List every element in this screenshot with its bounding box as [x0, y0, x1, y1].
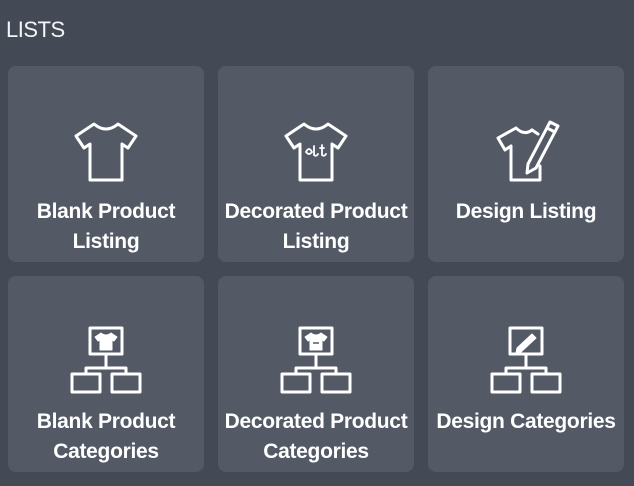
tshirt-pencil-icon — [486, 114, 566, 188]
tshirt-hierarchy-icon — [66, 324, 146, 398]
tile-label: Decorated Product Listing — [224, 200, 408, 253]
section-title: LISTS — [6, 17, 65, 42]
tshirt-icon — [66, 114, 146, 188]
tile-blank-product-categories[interactable]: Blank Product Categories — [8, 276, 204, 472]
decorated-tshirt-icon — [276, 114, 356, 188]
tile-label: Decorated Product Categories — [224, 410, 408, 463]
tile-decorated-product-categories[interactable]: Decorated Product Categories — [218, 276, 414, 472]
tile-design-listing[interactable]: Design Listing — [428, 66, 624, 262]
tile-design-categories[interactable]: Design Categories — [428, 276, 624, 472]
tile-blank-product-listing[interactable]: Blank Product Listing — [8, 66, 204, 262]
decorated-tshirt-hierarchy-icon — [276, 324, 356, 398]
tile-label: Design Listing — [455, 200, 597, 223]
tile-label: Blank Product Listing — [36, 200, 176, 253]
tile-decorated-product-listing[interactable]: Decorated Product Listing — [218, 66, 414, 262]
tile-label: Design Categories — [436, 410, 616, 433]
pencil-hierarchy-icon — [486, 324, 566, 398]
tile-label: Blank Product Categories — [36, 410, 176, 463]
